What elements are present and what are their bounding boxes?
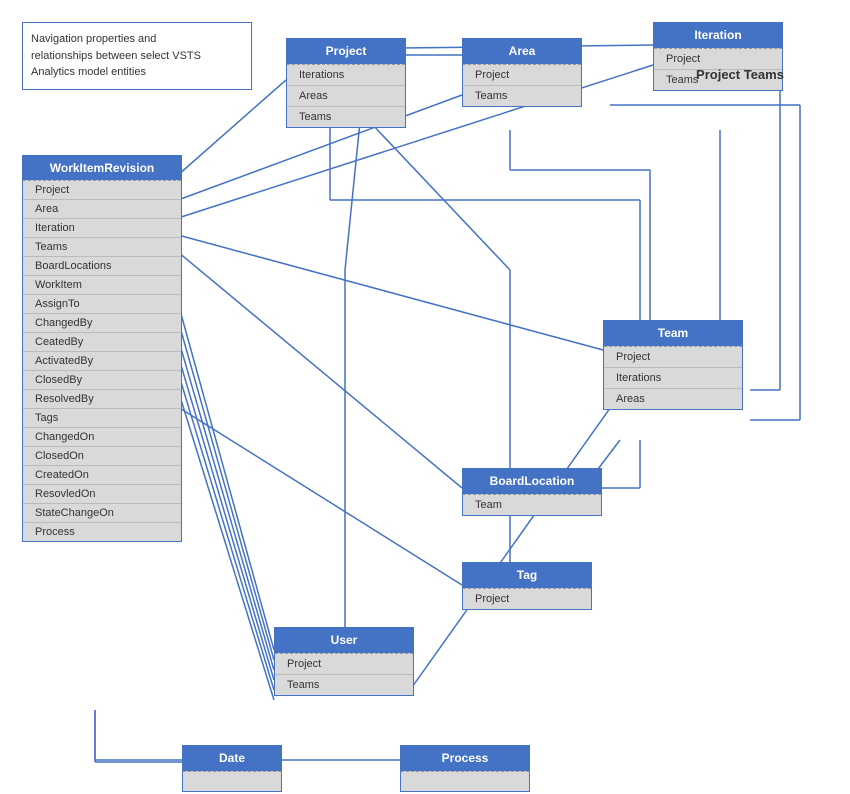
field-project-teams: Teams <box>287 107 405 127</box>
field-project-iterations: Iterations <box>287 65 405 86</box>
entity-area-body: Project Teams <box>463 64 581 106</box>
field-team-iterations: Iterations <box>604 368 742 389</box>
entity-team: Team Project Iterations Areas <box>603 320 743 410</box>
entity-team-body: Project Iterations Areas <box>604 346 742 409</box>
field-wir-resovledon: ResovledOn <box>23 485 181 504</box>
field-team-areas: Areas <box>604 389 742 409</box>
field-user-project: Project <box>275 654 413 675</box>
field-wir-activatedby: ActivatedBy <box>23 352 181 371</box>
field-area-teams: Teams <box>463 86 581 106</box>
entity-workitemrevision-header: WorkItemRevision <box>23 156 181 180</box>
entity-boardlocation-header: BoardLocation <box>463 469 601 494</box>
entity-boardlocation: BoardLocation Team <box>462 468 602 516</box>
field-wir-resolvedby: ResolvedBy <box>23 390 181 409</box>
entity-user-body: Project Teams <box>275 653 413 695</box>
field-wir-workitem: WorkItem <box>23 276 181 295</box>
field-boardlocation-team: Team <box>463 495 601 515</box>
field-wir-process: Process <box>23 523 181 541</box>
entity-user: User Project Teams <box>274 627 414 696</box>
field-wir-closedon: ClosedOn <box>23 447 181 466</box>
field-wir-tags: Tags <box>23 409 181 428</box>
entity-project-body: Iterations Areas Teams <box>287 64 405 127</box>
field-team-project: Project <box>604 347 742 368</box>
entity-process-header: Process <box>401 746 529 771</box>
field-wir-project: Project <box>23 181 181 200</box>
entity-iteration-header: Iteration <box>654 23 782 48</box>
field-wir-statechangeon: StateChangeOn <box>23 504 181 523</box>
field-wir-teams: Teams <box>23 238 181 257</box>
entity-user-header: User <box>275 628 413 653</box>
field-wir-boardlocations: BoardLocations <box>23 257 181 276</box>
field-user-teams: Teams <box>275 675 413 695</box>
field-area-project: Project <box>463 65 581 86</box>
field-tag-project: Project <box>463 589 591 609</box>
entity-date: Date <box>182 745 282 792</box>
field-wir-changedby: ChangedBy <box>23 314 181 333</box>
entity-area-header: Area <box>463 39 581 64</box>
entity-process: Process <box>400 745 530 792</box>
entity-date-header: Date <box>183 746 281 771</box>
entity-tag-header: Tag <box>463 563 591 588</box>
entity-team-header: Team <box>604 321 742 346</box>
field-wir-iteration: Iteration <box>23 219 181 238</box>
project-teams-label: Project Teams <box>660 67 820 82</box>
field-wir-ceatedby: CeatedBy <box>23 333 181 352</box>
field-wir-createdon: CreatedOn <box>23 466 181 485</box>
entity-area: Area Project Teams <box>462 38 582 107</box>
entity-boardlocation-body: Team <box>463 494 601 515</box>
entity-project-header: Project <box>287 39 405 64</box>
field-wir-changedon: ChangedOn <box>23 428 181 447</box>
entity-date-body <box>183 771 281 791</box>
note-box: Navigation properties andrelationships b… <box>22 22 252 90</box>
entity-project: Project Iterations Areas Teams <box>286 38 406 128</box>
field-wir-closedby: ClosedBy <box>23 371 181 390</box>
field-wir-assignto: AssignTo <box>23 295 181 314</box>
entity-tag-body: Project <box>463 588 591 609</box>
field-wir-area: Area <box>23 200 181 219</box>
diagram-container: Navigation properties andrelationships b… <box>0 0 850 794</box>
entity-tag: Tag Project <box>462 562 592 610</box>
entity-workitemrevision-body: Project Area Iteration Teams BoardLocati… <box>23 180 181 541</box>
entity-workitemrevision: WorkItemRevision Project Area Iteration … <box>22 155 182 542</box>
entity-process-body <box>401 771 529 791</box>
field-project-areas: Areas <box>287 86 405 107</box>
note-text: Navigation properties andrelationships b… <box>31 33 201 78</box>
